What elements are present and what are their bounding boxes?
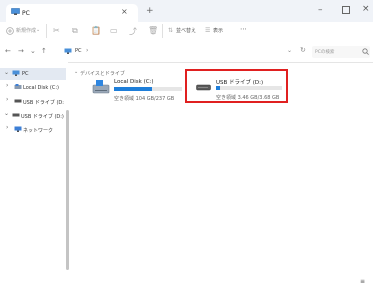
group-collapse-icon[interactable]: ⌄ [74, 69, 78, 75]
delete-icon[interactable]: 🗑 [148, 26, 158, 35]
new-chevron-icon: ⌄ [36, 27, 41, 33]
minimize-button[interactable]: – [318, 5, 323, 15]
network-icon [14, 126, 22, 132]
sidebar-expander-icon[interactable]: › [6, 124, 8, 131]
usb-drive-icon [14, 99, 22, 103]
new-tab-button[interactable]: + [146, 6, 154, 16]
refresh-icon[interactable]: ↻ [300, 46, 306, 54]
up-arrow-icon[interactable]: ↑ [41, 47, 47, 55]
new-icon [6, 27, 14, 35]
selection-highlight [185, 69, 288, 103]
close-window-button[interactable]: × [362, 4, 370, 14]
tab-close-button[interactable]: × [121, 7, 128, 16]
toolbar-divider [46, 24, 47, 38]
share-icon[interactable]: ⤴ [129, 26, 137, 37]
capacity-bar [114, 87, 182, 91]
sidebar-expander-icon[interactable]: › [6, 96, 8, 103]
address-dropdown-icon[interactable]: ⌄ [287, 47, 292, 54]
sidebar-item-local-disk[interactable]: Local Disk (C:) [23, 85, 59, 91]
address-field[interactable] [62, 46, 272, 58]
rename-icon[interactable]: ▭ [110, 26, 118, 35]
sidebar-expander-icon[interactable]: ⌄ [4, 110, 9, 117]
local-disk-icon [92, 80, 110, 94]
view-button[interactable]: 表示 [213, 27, 223, 34]
breadcrumb-pc[interactable]: PC [75, 48, 82, 54]
search-placeholder: PCの検索 [315, 50, 335, 55]
monitor-icon [11, 8, 20, 15]
new-button[interactable]: 新規作成 [16, 27, 36, 34]
cut-icon[interactable]: ✂ [53, 26, 60, 35]
sort-icon: ⇅ [168, 27, 174, 34]
breadcrumb-separator-icon: › [86, 47, 89, 54]
drive-icon [14, 84, 22, 89]
sidebar-item-network[interactable]: ネットワーク [23, 127, 53, 134]
capacity-fill [114, 87, 153, 91]
recent-chevron-icon[interactable]: ⌄ [30, 47, 36, 55]
search-icon[interactable] [362, 48, 369, 55]
copy-icon[interactable]: ⧉ [72, 26, 78, 36]
back-arrow-icon[interactable]: ← [5, 47, 11, 55]
group-header: デバイスとドライブ [80, 71, 125, 77]
drive-name: Local Disk (C:) [114, 79, 154, 85]
pc-icon [12, 70, 20, 76]
sort-button[interactable]: 並べ替え [176, 27, 196, 34]
usb-drive-icon [12, 113, 20, 117]
sidebar-item-label: PC [22, 71, 29, 77]
sidebar-expander-icon[interactable]: ⌄ [4, 69, 9, 76]
navigation-pane [0, 62, 68, 286]
more-button[interactable]: ⋯ [240, 25, 247, 33]
sidebar-scrollbar[interactable] [66, 110, 69, 270]
tab-title: PC [22, 10, 30, 17]
sidebar-item-pc[interactable] [0, 68, 66, 80]
sidebar-expander-icon[interactable]: › [6, 82, 8, 89]
forward-arrow-icon[interactable]: → [18, 47, 24, 55]
view-icon: ☰ [205, 27, 211, 34]
sidebar-item-usb-root[interactable]: USB ドライブ (D:) [21, 113, 64, 120]
sidebar-item-usb[interactable]: USB ドライブ (D: [23, 99, 64, 106]
toolbar-divider [162, 24, 163, 38]
details-view-icon[interactable]: ≡ [360, 278, 365, 285]
drive-free-space: 空き領域 104 GB/237 GB [114, 96, 175, 102]
maximize-button[interactable] [342, 6, 350, 14]
paste-icon[interactable]: 📋 [91, 26, 101, 35]
pc-icon [64, 48, 72, 54]
